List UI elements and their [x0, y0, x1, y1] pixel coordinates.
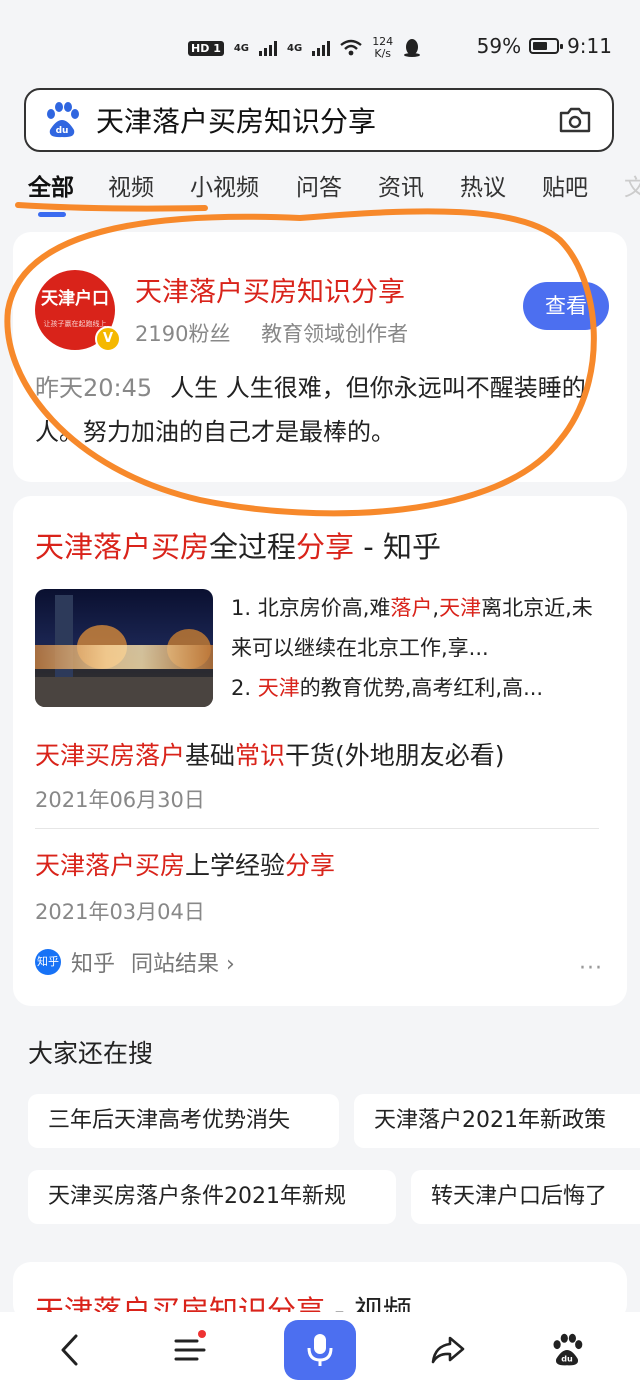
network-type-1: 4G: [233, 42, 250, 54]
related-search-chip-4[interactable]: 转天津户口后悔了: [411, 1170, 640, 1224]
menu-icon: [174, 1339, 206, 1361]
status-bar: HD 1 4G 4G 124 K/s 59% 9:11: [0, 0, 640, 90]
account-name[interactable]: 天津落户买房知识分享: [135, 270, 405, 309]
speed-unit: K/s: [374, 47, 392, 60]
sub-result-2-date: 2021年03月04日: [35, 900, 205, 924]
same-site-results-link[interactable]: 同站结果 ›: [131, 946, 235, 978]
svg-text:du: du: [561, 1354, 573, 1364]
tab-video[interactable]: 视频: [108, 168, 190, 202]
snippet-2-highlight: 天津: [257, 676, 300, 700]
tab-wen[interactable]: 文: [624, 168, 640, 202]
bottom-toolbar: du: [0, 1312, 640, 1387]
network-type-2: 4G: [287, 42, 303, 54]
sub-result-2[interactable]: 天津落户买房上学经验分享: [35, 846, 335, 882]
active-tab-indicator: [38, 212, 66, 217]
tab-hot[interactable]: 热议: [460, 168, 542, 202]
also-search-title: 大家还在搜: [28, 1039, 154, 1068]
title-tail: - 知乎: [354, 530, 441, 564]
baidu-paw-icon: du: [47, 102, 79, 138]
avatar-text: 天津户口: [41, 289, 109, 309]
qq-icon: [404, 39, 421, 57]
tab-qa[interactable]: 问答: [296, 168, 378, 202]
share-button[interactable]: [418, 1322, 478, 1378]
tab-tieba[interactable]: 贴吧: [542, 168, 624, 202]
view-button[interactable]: 查看: [523, 282, 609, 330]
snippet-1-highlight-a: 落户: [390, 596, 433, 620]
snippet-1-highlight-b: 天津: [439, 596, 482, 620]
menu-button[interactable]: [160, 1322, 220, 1378]
clock: 9:11: [567, 34, 612, 58]
source-name: 知乎: [71, 952, 116, 977]
signal-icon-2: [312, 40, 331, 56]
result-title[interactable]: 天津落户买房全过程分享 - 知乎: [35, 524, 441, 566]
network-speed: 124 K/s: [372, 36, 393, 60]
sim-number: 1: [213, 41, 221, 55]
sub-1-highlight-2: 常识: [235, 741, 286, 770]
zhihu-icon: 知乎: [35, 949, 61, 975]
related-search-chip-2[interactable]: 天津落户2021年新政策: [354, 1094, 640, 1148]
sub-1-highlight-1: 天津买房落户: [35, 741, 186, 770]
tab-news[interactable]: 资讯: [378, 168, 460, 202]
title-highlight-2: 分享: [296, 530, 355, 564]
mic-icon: [307, 1334, 333, 1366]
baidu-paw-icon: du: [553, 1333, 583, 1366]
result-snippets[interactable]: 1. 北京房价高,难落户,天津离北京近,未来可以继续在北京工作,享... 2. …: [231, 588, 611, 708]
sub-1-tail: 干货(外地朋友必看): [285, 741, 505, 770]
status-right: 59% 9:11: [477, 34, 612, 58]
notification-dot: [198, 1330, 206, 1338]
tab-short-video[interactable]: 小视频: [190, 168, 296, 202]
battery-icon: [529, 38, 564, 54]
camera-icon[interactable]: [558, 106, 592, 134]
related-search-chip-3[interactable]: 天津买房落户条件2021年新规: [28, 1170, 396, 1224]
sub-2-highlight-1: 天津落户买房: [35, 851, 186, 880]
sub-2-highlight-2: 分享: [285, 851, 336, 880]
verified-icon: V: [95, 326, 121, 352]
latest-post[interactable]: 昨天20:45 人生 人生很难，但你永远叫不醒装睡的人。努力加油的自己才是最棒的。: [35, 366, 605, 454]
snippet-2: 2. 天津的教育优势,高考红利,高...: [231, 668, 611, 708]
post-time: 昨天20:45: [35, 374, 153, 402]
more-options-icon[interactable]: ···: [579, 956, 603, 981]
share-icon: [431, 1336, 465, 1364]
battery-percent: 59%: [476, 34, 522, 58]
status-left-icons: HD 1 4G 4G 124 K/s: [188, 34, 421, 62]
voice-search-button[interactable]: [284, 1320, 356, 1380]
snippet-2-text-b: 的教育优势,高考红利,高...: [299, 676, 544, 700]
account-card[interactable]: 天津户口 让孩子赢在起跑线上 V 天津落户买房知识分享 2190粉丝 教育领域创…: [13, 232, 627, 482]
snippet-2-text-a: 2.: [231, 676, 258, 700]
divider: [35, 828, 599, 829]
fans-count: 2190粉丝: [135, 322, 231, 346]
wifi-icon: [340, 39, 362, 56]
sub-2-middle: 上学经验: [185, 851, 286, 880]
creator-domain: 教育领域创作者: [261, 322, 409, 346]
search-box[interactable]: du 天津落户买房知识分享: [24, 88, 614, 152]
back-button[interactable]: [40, 1322, 100, 1378]
back-icon: [61, 1334, 78, 1366]
signal-icon-1: [259, 40, 278, 56]
sub-result-1-date: 2021年06月30日: [35, 788, 205, 812]
hd-indicator: HD 1: [188, 40, 224, 56]
hd-text: HD: [191, 41, 210, 55]
svg-text:du: du: [56, 126, 69, 136]
zhihu-result-card: 天津落户买房全过程分享 - 知乎 1. 北京房价高,难落户,天津离北京近,未来可…: [13, 496, 627, 1006]
sub-1-middle: 基础: [185, 741, 236, 770]
result-thumbnail[interactable]: [35, 589, 213, 707]
result-source[interactable]: 知乎 知乎 同站结果 ›: [35, 946, 235, 978]
sub-result-1[interactable]: 天津买房落户基础常识干货(外地朋友必看): [35, 736, 505, 772]
search-tabs: 全部 视频 小视频 问答 资讯 热议 贴吧 文: [28, 168, 640, 202]
title-highlight-1: 天津落户买房: [35, 530, 210, 564]
account-meta: 2190粉丝 教育领域创作者: [135, 318, 432, 348]
baidu-home-button[interactable]: du: [537, 1322, 597, 1378]
snippet-1-text-a: 1. 北京房价高,难: [231, 596, 391, 620]
snippet-1: 1. 北京房价高,难落户,天津离北京近,未来可以继续在北京工作,享...: [231, 588, 611, 668]
tab-all[interactable]: 全部: [28, 168, 108, 202]
related-search-chip-1[interactable]: 三年后天津高考优势消失: [28, 1094, 339, 1148]
title-middle: 全过程: [209, 530, 297, 564]
search-input[interactable]: 天津落户买房知识分享: [96, 100, 558, 140]
